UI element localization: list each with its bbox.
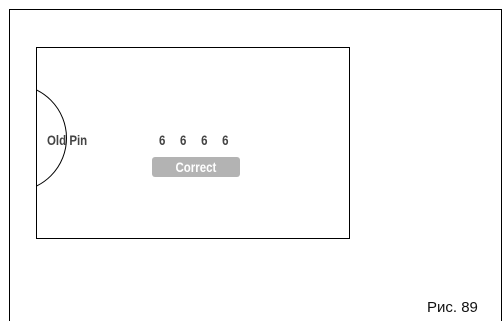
frame-border-left bbox=[9, 9, 10, 321]
status-badge-label: Correct bbox=[175, 159, 217, 175]
frame-border-right bbox=[501, 9, 502, 321]
figure-caption: Рис. 89 bbox=[427, 299, 478, 316]
display-screen-illustration: Old Pin 6 6 6 6 Correct bbox=[36, 47, 350, 239]
pin-digits: 6 6 6 6 bbox=[159, 132, 235, 148]
old-pin-label: Old Pin bbox=[47, 132, 88, 148]
status-badge: Correct bbox=[152, 157, 240, 177]
frame-border-top bbox=[9, 9, 502, 10]
